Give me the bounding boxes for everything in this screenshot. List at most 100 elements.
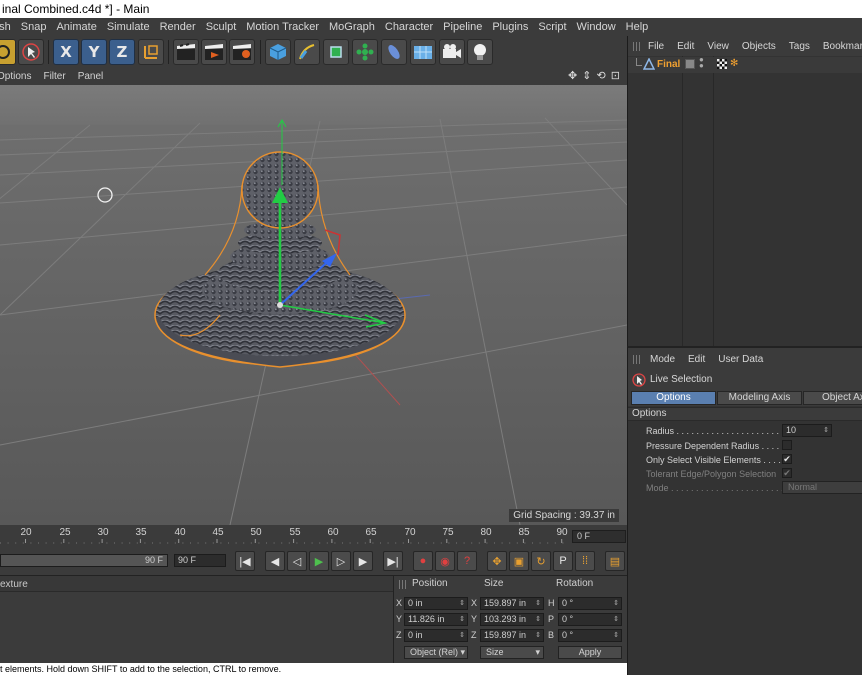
menu-mograph[interactable]: MoGraph [329,21,375,33]
rotation-b-field[interactable]: 0 ° ⇕ [558,629,622,642]
menu-motion-tracker[interactable]: Motion Tracker [246,21,319,33]
menu-window[interactable]: Window [577,21,616,33]
3d-viewport[interactable]: Grid Spacing : 39.37 in [0,85,627,525]
viewport-menu-options[interactable]: Options [0,71,31,82]
camera-icon[interactable] [439,39,465,65]
visibility-dots-icon[interactable]: ● ● [699,56,704,70]
object-manager: File Edit View Objects Tags Bookmarks Fi… [627,36,862,346]
size-z-field[interactable]: 159.897 in ⇕ [480,629,544,642]
viewport-menu-panel[interactable]: Panel [78,71,104,82]
menu-mesh[interactable]: esh [0,21,11,33]
om-menu-bookmarks[interactable]: Bookmarks [823,41,862,52]
size-mode-dropdown[interactable]: Size ▾ [480,646,544,659]
key-scale-icon[interactable]: ▣ [509,551,529,571]
record-icon[interactable]: ● [413,551,433,571]
z-axis-lock-button[interactable]: Z [109,39,135,65]
radius-field[interactable]: 10 ⇕ [782,424,832,437]
cloner-icon[interactable] [352,39,378,65]
menu-plugins[interactable]: Plugins [492,21,528,33]
position-x-field[interactable]: 0 in ⇕ [404,597,468,610]
rotation-p-field[interactable]: 0 ° ⇕ [558,613,622,626]
menu-character[interactable]: Character [385,21,433,33]
coords-size-header: Size [484,578,504,589]
goto-prev-key-icon[interactable]: ◀ [265,551,285,571]
om-menu-file[interactable]: File [648,41,664,52]
rotation-h-field[interactable]: 0 ° ⇕ [558,597,622,610]
checker-tag-icon[interactable] [717,59,727,69]
main-toolbar: X Y Z [0,36,627,68]
step-back-icon[interactable]: ◁ [287,551,307,571]
tolerant-selection-checkbox[interactable]: ✔ [782,468,792,478]
menu-pipeline[interactable]: Pipeline [443,21,482,33]
am-menu-user-data[interactable]: User Data [718,354,763,365]
undo-icon[interactable] [0,39,16,65]
am-menu-mode[interactable]: Mode [650,354,675,365]
menu-animate[interactable]: Animate [56,21,96,33]
viewport-menu-filter[interactable]: Filter [43,71,65,82]
material-tag-icon[interactable]: ✻ [730,58,738,69]
deformer-icon[interactable] [381,39,407,65]
apply-button[interactable]: Apply [558,646,622,659]
frame-range-slider[interactable]: 90 F [0,554,168,567]
goto-next-key-icon[interactable]: ▶ [353,551,373,571]
ruler-tick: 25 [59,527,71,538]
coordinate-mode-dropdown[interactable]: Object (Rel) ▾ [404,646,468,659]
current-frame-field[interactable]: 0 F [572,530,626,543]
coordinate-system-icon[interactable] [138,39,164,65]
position-y-field[interactable]: 11.826 in ⇕ [404,613,468,626]
om-menu-tags[interactable]: Tags [789,41,810,52]
floor-scene-icon[interactable] [410,39,436,65]
key-pla-icon[interactable]: ⁞⁞ [575,551,595,571]
material-menu-texture[interactable]: exture [0,579,28,590]
om-menu-objects[interactable]: Objects [742,41,776,52]
position-z-field[interactable]: 0 in ⇕ [404,629,468,642]
timeline-ruler[interactable]: 20 25 30 35 40 45 50 55 60 65 70 75 80 8… [0,525,627,547]
render-settings-icon[interactable] [229,39,255,65]
render-to-picture-viewer-icon[interactable] [201,39,227,65]
size-x-field[interactable]: 159.897 in ⇕ [480,597,544,610]
subdivision-icon[interactable] [323,39,349,65]
ruler-tick: 75 [442,527,454,538]
menu-simulate[interactable]: Simulate [107,21,150,33]
step-forward-icon[interactable]: ▷ [331,551,351,571]
ruler-tick: 45 [212,527,224,538]
live-selection-tool-icon[interactable] [18,39,44,65]
menu-script[interactable]: Script [538,21,566,33]
mode-dropdown[interactable]: Normal [782,481,862,494]
goto-end-icon[interactable]: ▶| [383,551,403,571]
tab-modeling-axis[interactable]: Modeling Axis [717,391,802,405]
layer-toggle-icon[interactable] [685,59,695,69]
play-icon[interactable]: ▶ [309,551,329,571]
am-menu-edit[interactable]: Edit [688,354,705,365]
viewport-navigation-icons[interactable]: ✥ ⇕ ⟲ ⊡ [568,69,621,82]
menu-snap[interactable]: Snap [21,21,47,33]
timeline-window-icon[interactable]: ▤ [605,551,625,571]
render-view-icon[interactable] [173,39,199,65]
attribute-manager: Mode Edit User Data Live Selection Optio… [627,346,862,675]
om-menu-view[interactable]: View [707,41,729,52]
key-position-icon[interactable]: ✥ [487,551,507,571]
object-name-final[interactable]: Final [657,59,680,70]
end-frame-field[interactable]: 90 F [174,554,226,567]
size-y-field[interactable]: 103.293 in ⇕ [480,613,544,626]
om-menu-edit[interactable]: Edit [677,41,694,52]
menu-help[interactable]: Help [626,21,649,33]
only-select-visible-checkbox[interactable]: ✔ [782,454,792,464]
menu-render[interactable]: Render [160,21,196,33]
x-axis-lock-button[interactable]: X [53,39,79,65]
key-rotation-icon[interactable]: ↻ [531,551,551,571]
pen-spline-icon[interactable] [294,39,320,65]
tab-options[interactable]: Options [631,391,716,405]
goto-start-icon[interactable]: |◀ [235,551,255,571]
autokey-icon[interactable]: ◉ [435,551,455,571]
keyframe-selection-icon[interactable]: ? [457,551,477,571]
object-row-final[interactable]: Final ● ● ✻ [628,56,862,73]
ruler-tick: 70 [404,527,416,538]
key-parameter-icon[interactable]: P [553,551,573,571]
tab-object-axis[interactable]: Object Axis [803,391,862,405]
menu-sculpt[interactable]: Sculpt [206,21,237,33]
cube-icon[interactable] [265,39,291,65]
light-icon[interactable] [467,39,493,65]
pressure-dependent-radius-checkbox[interactable] [782,440,792,450]
y-axis-lock-button[interactable]: Y [81,39,107,65]
